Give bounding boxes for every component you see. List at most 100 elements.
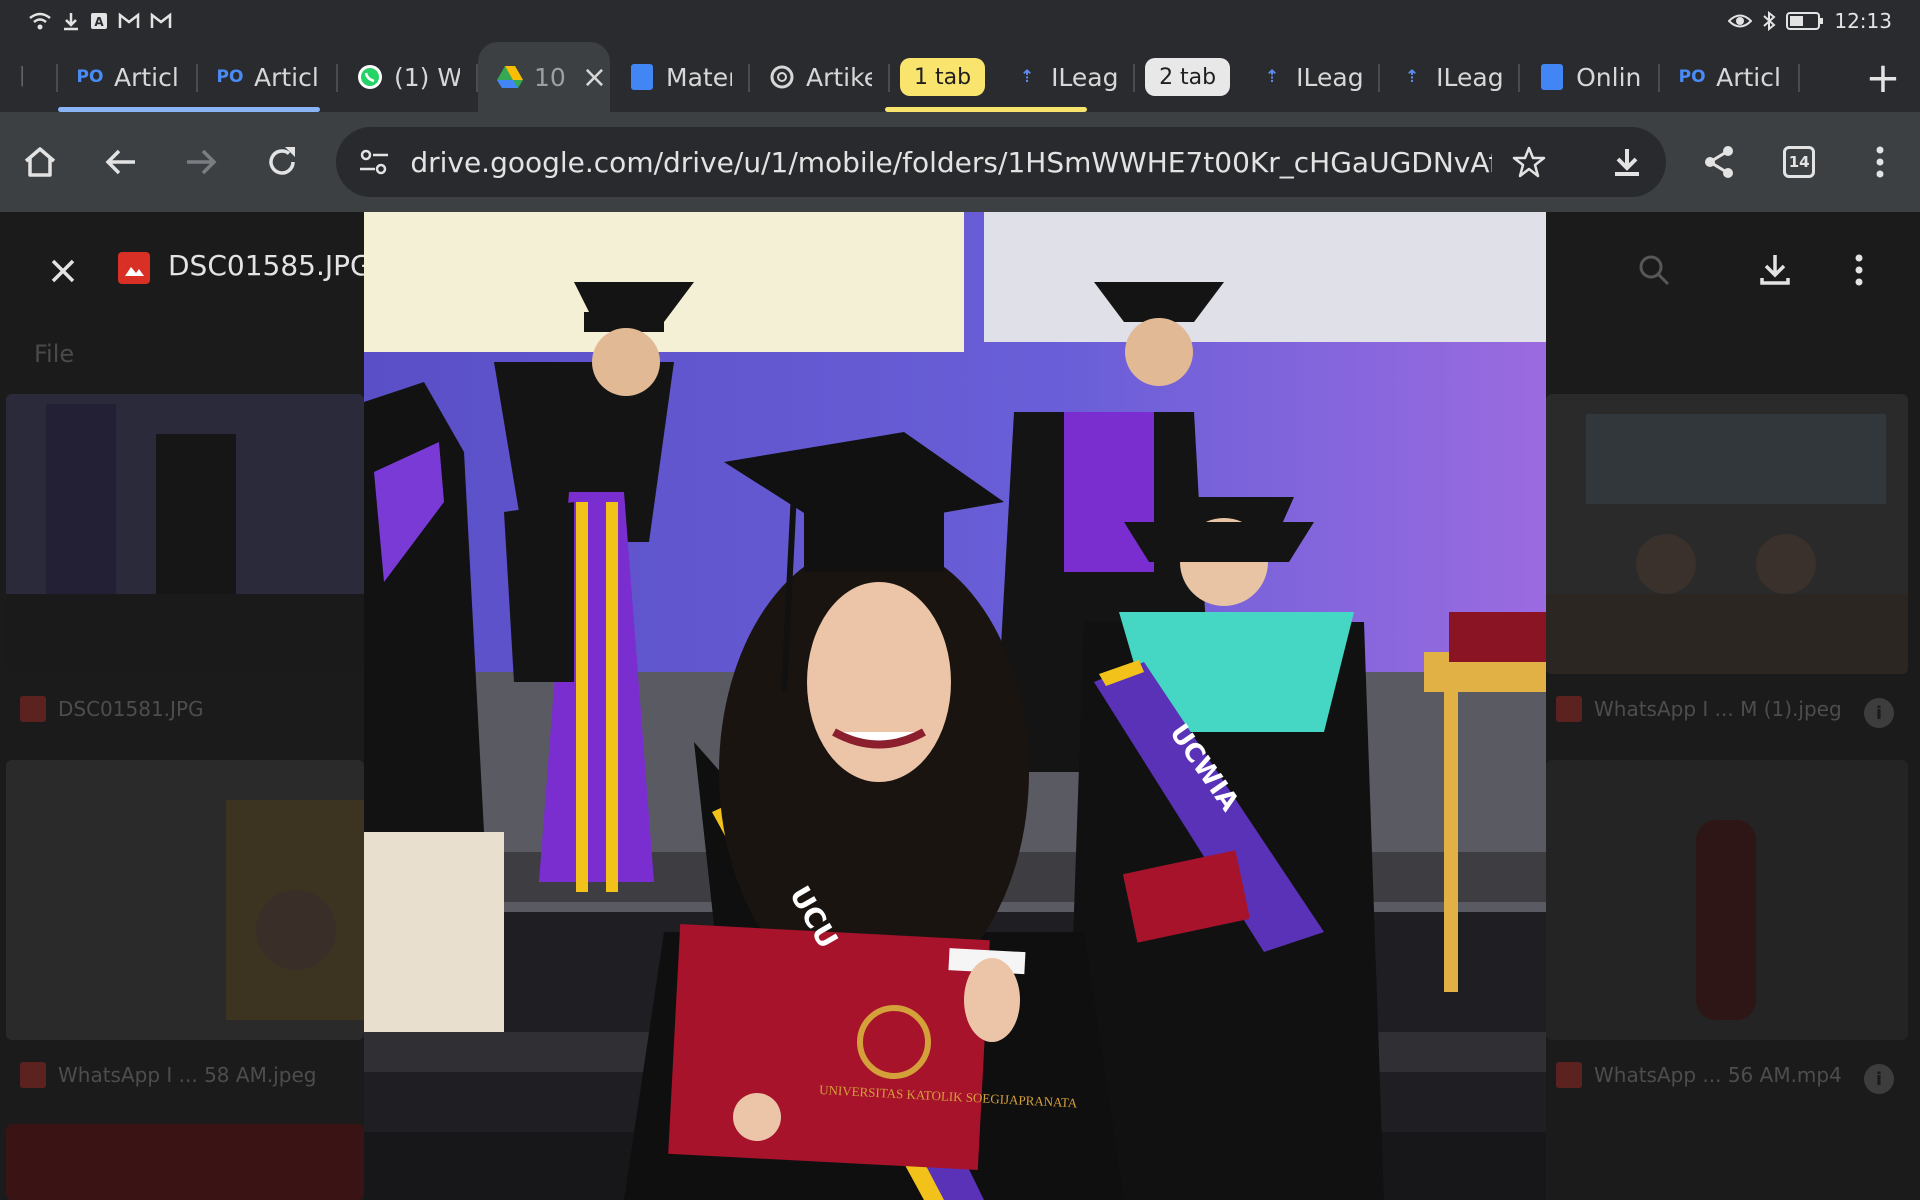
search-icon [1639, 255, 1670, 286]
close-icon[interactable] [40, 248, 86, 294]
menu-button[interactable] [1839, 120, 1920, 204]
share-icon [1704, 146, 1733, 178]
tab-title: Articl [114, 62, 179, 92]
file-thumbnail[interactable] [6, 760, 364, 1040]
tab-artikel[interactable]: Artike [750, 42, 890, 112]
address-bar[interactable]: drive.google.com/drive/u/1/mobile/folder… [336, 127, 1667, 197]
tab-cut-icon: ▏ [21, 67, 35, 87]
tab-title: ILeag [1051, 62, 1118, 92]
site-settings-icon[interactable] [358, 148, 390, 176]
tab-ileague-1[interactable]: ⇡ ILeag [885, 42, 1136, 112]
file-caption: WhatsApp ... 56 AM.mp4 [1556, 1062, 1842, 1088]
status-right: 12:13 [1728, 9, 1892, 33]
svg-text:A: A [94, 15, 104, 29]
tab-partial[interactable]: ▏ [0, 42, 58, 112]
share-button[interactable] [1678, 120, 1759, 204]
viewer-file-name: DSC01585.JPG [168, 249, 372, 282]
file-thumbnail[interactable] [6, 394, 364, 674]
docs-icon [628, 63, 656, 91]
tab-ileague-3[interactable]: ⇡ ILeag [1380, 42, 1521, 112]
plus-icon: + [1865, 52, 1901, 102]
tab-materi[interactable]: Mater [610, 42, 750, 112]
home-icon [25, 147, 56, 177]
status-bar: A 12:13 [0, 0, 1920, 42]
graduation-photo-thumbnail [6, 394, 364, 674]
drive-icon [497, 66, 523, 88]
tab-articl-3[interactable]: PO Articl [1660, 42, 1801, 112]
tab-title: ILeag [1436, 62, 1503, 92]
tab-ileague-2[interactable]: ⇡ ILeag [1240, 42, 1381, 112]
video-file-icon [1556, 1062, 1582, 1088]
file-thumbnail[interactable] [6, 1124, 364, 1200]
file-name: WhatsApp I ... M (1).jpeg [1594, 697, 1842, 721]
url-text[interactable]: drive.google.com/drive/u/1/mobile/folder… [410, 146, 1492, 179]
forward-arrow-icon [187, 149, 217, 175]
photo-preview[interactable]: UNIVERSITAS KATOLIK SOEGIJAPRANATA UCU U… [364, 212, 1546, 1200]
reload-button[interactable] [242, 120, 323, 204]
info-icon[interactable]: i [1864, 1064, 1894, 1094]
docs-icon [1538, 63, 1566, 91]
image-file-icon [1556, 696, 1582, 722]
tab-articl-2[interactable]: PO Articl [58, 42, 338, 112]
po-icon: PO [216, 67, 244, 87]
tab-whatsapp[interactable]: (1) W [338, 42, 478, 112]
tab-count: 14 [1783, 146, 1816, 178]
tab-title: Onlin [1576, 62, 1642, 92]
bookmark-star-icon[interactable] [1512, 145, 1546, 179]
file-caption: WhatsApp I ... 58 AM.jpeg [20, 1062, 316, 1088]
tab-title: Mater [666, 62, 732, 92]
forward-button[interactable] [161, 120, 242, 204]
download-page-icon[interactable] [1610, 145, 1644, 179]
ileague-icon: ⇡ [1265, 67, 1280, 87]
tab-title: ILeag [1296, 62, 1363, 92]
gmail-icon [150, 12, 172, 28]
more-vert-icon[interactable] [1844, 252, 1874, 288]
tab-title: (1) W [394, 62, 460, 92]
a-icon: A [91, 13, 107, 29]
file-caption: WhatsApp I ... M (1).jpeg [1556, 696, 1842, 722]
battery-icon [1786, 12, 1824, 30]
tab-online[interactable]: Onlin [1520, 42, 1661, 112]
tab-group-2[interactable]: 2 tab [1145, 58, 1231, 96]
tab-close-icon[interactable]: × [582, 60, 607, 95]
ileague-icon: ⇡ [1405, 67, 1420, 87]
info-icon[interactable]: i [1864, 698, 1894, 728]
tab-drive-active[interactable]: 10 × [478, 42, 610, 112]
graduation-photo: UNIVERSITAS KATOLIK SOEGIJAPRANATA UCU U… [364, 212, 1546, 1200]
file-name: DSC01581.JPG [58, 697, 204, 721]
browser-toolbar: drive.google.com/drive/u/1/mobile/folder… [0, 112, 1920, 212]
home-button[interactable] [0, 120, 81, 204]
image-file-icon [20, 696, 46, 722]
download-icon[interactable] [1756, 250, 1794, 288]
back-arrow-icon [105, 149, 135, 175]
back-button[interactable] [81, 120, 162, 204]
gmail-icon [118, 12, 140, 28]
reload-icon [269, 147, 296, 175]
po-icon: PO [76, 67, 104, 87]
tab-group-1[interactable]: 1 tab [900, 58, 986, 96]
eye-icon [1728, 14, 1753, 28]
video-thumbnail [1546, 760, 1908, 1040]
bluetooth-icon [1763, 11, 1776, 31]
status-time: 12:13 [1834, 9, 1892, 33]
whatsapp-photo-thumbnail [6, 760, 364, 1040]
tab-title: Articl [1716, 62, 1781, 92]
image-file-icon [118, 252, 150, 284]
status-left: A [28, 11, 172, 31]
tab-articl-1[interactable]: PO Articl [58, 42, 198, 112]
ileague-icon: ⇡ [1019, 67, 1035, 87]
file-thumbnail[interactable] [1546, 760, 1908, 1040]
file-name: WhatsApp I ... 58 AM.jpeg [58, 1063, 317, 1087]
wifi-icon [29, 12, 51, 30]
file-thumbnail[interactable] [1546, 394, 1908, 674]
po-icon: PO [1678, 67, 1706, 87]
download-icon [64, 13, 78, 31]
new-tab-button[interactable]: + [1846, 42, 1920, 112]
openai-icon [770, 65, 794, 89]
image-file-icon [20, 1062, 46, 1088]
tab-title: 10 [534, 62, 566, 92]
tab-title: Artike [806, 62, 872, 92]
tab-switcher-button[interactable]: 14 [1759, 120, 1840, 204]
more-vert-icon [1876, 146, 1884, 178]
section-label: File [34, 340, 75, 368]
